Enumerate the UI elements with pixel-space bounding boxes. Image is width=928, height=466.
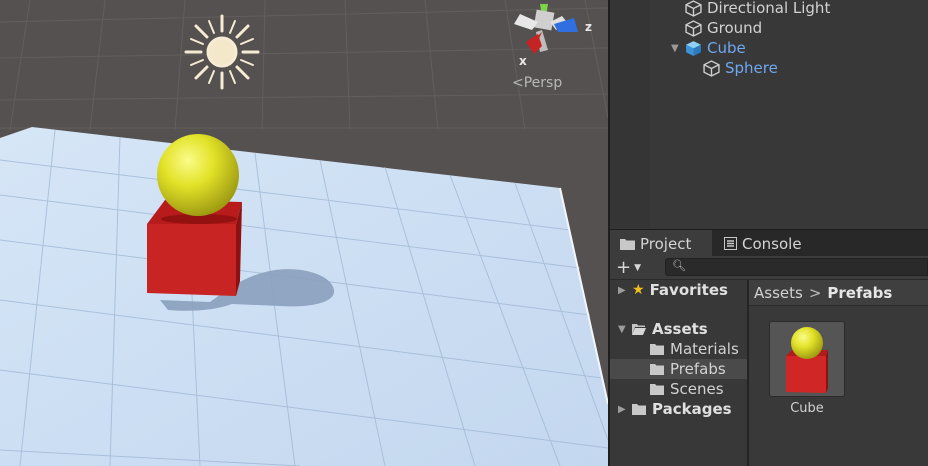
hierarchy-item-directional-light[interactable]: Directional Light (685, 0, 830, 18)
search-icon: 🔍︎ (672, 259, 686, 272)
gizmo-z-label: z (585, 20, 592, 34)
folder-icon (650, 383, 664, 395)
add-button-label: + (616, 257, 632, 278)
prefab-cube-icon (686, 40, 701, 56)
hierarchy-gutter (610, 0, 650, 228)
star-icon: ★ (632, 282, 645, 298)
open-folder-icon (632, 323, 646, 335)
tree-item-label: Favorites (649, 281, 728, 299)
breadcrumb-prefabs[interactable]: Prefabs (827, 284, 892, 302)
tree-item-packages[interactable]: ▶ Packages (610, 399, 747, 419)
prefab-preview (786, 327, 828, 393)
tree-item-label: Scenes (670, 380, 724, 398)
tree-item-materials[interactable]: Materials (610, 339, 747, 359)
tree-item-label: Prefabs (670, 360, 726, 378)
hierarchy-item-label: Directional Light (707, 0, 831, 17)
hierarchy-item-label: Sphere (725, 59, 778, 77)
hierarchy-item-sphere[interactable]: Sphere (703, 58, 778, 78)
tab-label: Console (742, 234, 802, 253)
project-panel: Project Console + ▼ 🔍︎ ▶ ★ Favorites ▼ A… (610, 229, 928, 466)
gameobject-cube-icon (703, 59, 720, 77)
folder-icon (620, 238, 635, 250)
tab-label: Project (640, 234, 692, 253)
project-toolbar: + ▼ 🔍︎ (610, 256, 928, 280)
orientation-gizmo-icon (514, 4, 578, 54)
expand-triangle-icon[interactable]: ▼ (671, 43, 683, 54)
perspective-toggle[interactable]: <Persp (512, 75, 562, 91)
collapsed-triangle-icon[interactable]: ▶ (618, 404, 630, 415)
tree-item-label: Materials (670, 340, 739, 358)
scene-view[interactable]: z x <Persp (0, 0, 608, 466)
tab-console[interactable]: Console (724, 230, 824, 257)
gizmo-x-label: x (519, 54, 527, 68)
tree-item-label: Assets (652, 320, 708, 338)
hierarchy-item-label: Cube (707, 39, 746, 57)
tree-item-scenes[interactable]: Scenes (610, 379, 747, 399)
gameobject-cube-icon (685, 0, 702, 17)
dropdown-caret-icon: ▼ (634, 262, 642, 273)
asset-label: Cube (790, 401, 824, 416)
console-icon (724, 237, 737, 250)
tree-item-prefabs[interactable]: Prefabs (610, 359, 747, 379)
breadcrumb-assets[interactable]: Assets (754, 284, 803, 302)
tree-item-label: Packages (652, 400, 732, 418)
asset-browser: Assets > Prefabs Cube (749, 280, 928, 466)
directional-light-icon (184, 14, 260, 90)
scene-canvas[interactable] (0, 0, 608, 466)
folder-tree: ▶ ★ Favorites ▼ Assets Materials Prefabs (610, 280, 747, 466)
persp-chevron-icon: < (512, 75, 524, 91)
breadcrumb-chevron-icon: > (808, 283, 822, 302)
hierarchy-item-cube[interactable]: ▼ Cube (671, 38, 746, 58)
search-input[interactable]: 🔍︎ (665, 258, 928, 276)
expand-triangle-icon[interactable]: ▼ (618, 324, 630, 335)
asset-cube-prefab[interactable] (769, 321, 845, 397)
folder-icon (632, 403, 646, 415)
folder-icon (650, 343, 664, 355)
project-tabbar: Project Console (610, 229, 928, 257)
breadcrumb: Assets > Prefabs (749, 280, 928, 306)
gameobject-cube-icon (685, 19, 702, 37)
hierarchy-item-ground[interactable]: Ground (685, 18, 762, 38)
folder-icon (650, 363, 664, 375)
persp-label: Persp (523, 75, 563, 91)
hierarchy-item-label: Ground (707, 19, 763, 37)
hierarchy-panel: Directional Light Ground ▼ Cube Sphere (610, 0, 928, 228)
tree-item-assets[interactable]: ▼ Assets (610, 319, 747, 339)
add-asset-button[interactable]: + ▼ (616, 257, 652, 278)
tab-project[interactable]: Project (610, 230, 712, 257)
tree-item-favorites[interactable]: ▶ ★ Favorites (610, 280, 747, 300)
collapsed-triangle-icon[interactable]: ▶ (618, 285, 630, 296)
